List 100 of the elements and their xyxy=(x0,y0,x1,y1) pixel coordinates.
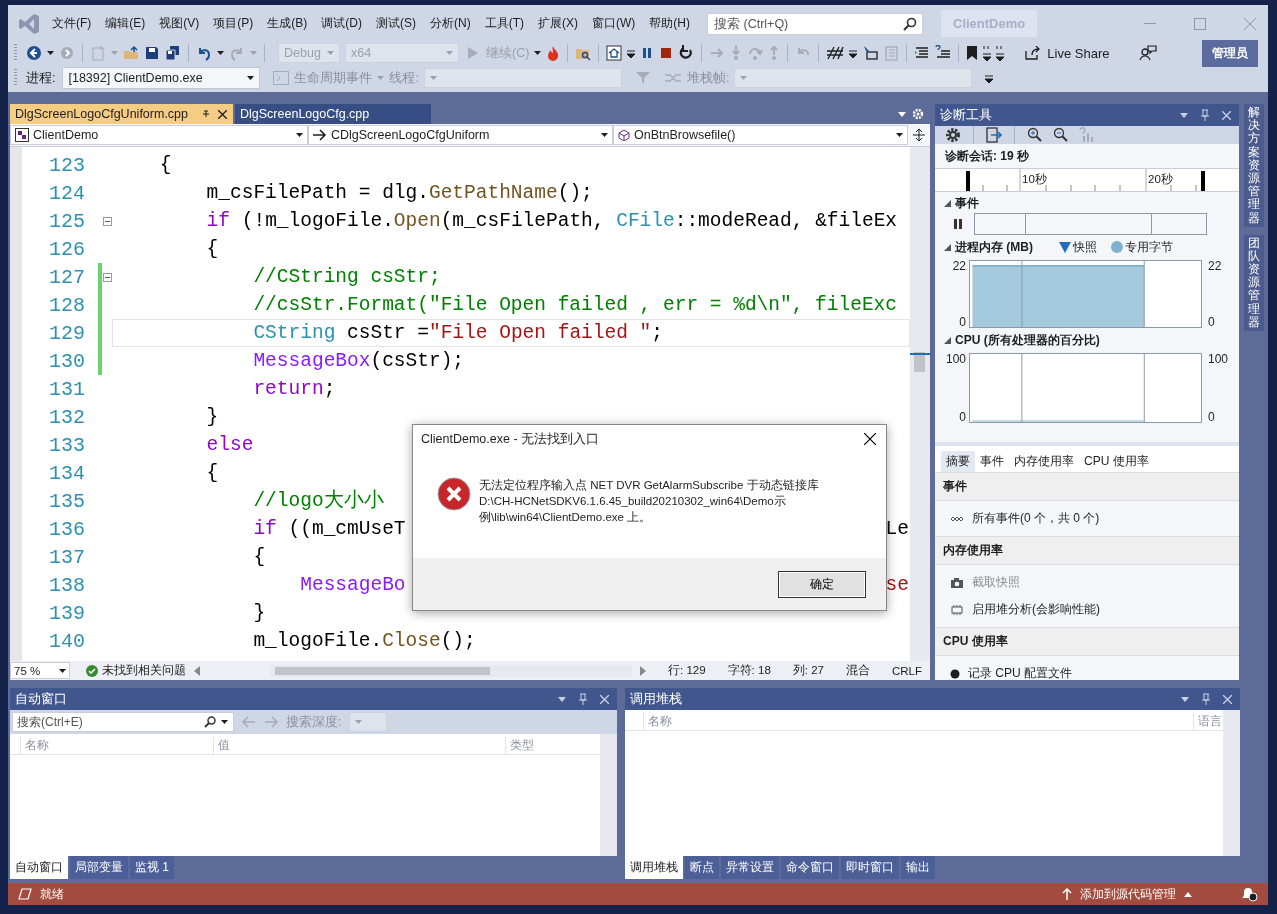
vertical-scrollbar[interactable] xyxy=(910,147,930,661)
bookmark-icon[interactable] xyxy=(966,45,979,61)
side-tab[interactable]: 团队资源管理器 xyxy=(1244,234,1265,331)
horizontal-scrollbar[interactable] xyxy=(269,664,633,677)
code-line: } xyxy=(205,405,219,429)
vertical-scrollbar[interactable] xyxy=(1223,710,1240,856)
vertical-scrollbar[interactable] xyxy=(600,734,617,856)
overflow-icon[interactable] xyxy=(849,48,858,58)
save-icon[interactable] xyxy=(144,45,160,61)
document-tab[interactable]: DlgScreenLogoCfgUniform.cpp xyxy=(10,104,233,124)
issues-status[interactable]: 未找到相关问题 xyxy=(101,663,186,678)
caret-icon[interactable] xyxy=(534,51,542,55)
scroll-right-icon[interactable] xyxy=(640,665,646,676)
code-line: return; xyxy=(252,377,336,401)
settings-icon[interactable] xyxy=(945,127,961,143)
panel-tab[interactable]: 输出 xyxy=(901,856,935,879)
menu-item[interactable]: 视图(V) xyxy=(152,15,207,32)
zoom-out-icon[interactable] xyxy=(1053,127,1069,143)
section-heading: 事件 xyxy=(955,194,979,212)
menu-item[interactable]: 扩展(X) xyxy=(531,15,585,32)
project-dropdown[interactable]: ClientDemo xyxy=(10,125,308,145)
restart-icon[interactable] xyxy=(678,45,695,61)
search-field[interactable]: 搜索 (Ctrl+Q) xyxy=(707,12,923,35)
collapse-triangle-icon[interactable] xyxy=(944,243,951,251)
source-control-button[interactable]: 添加到源代码管理 xyxy=(1080,885,1176,903)
menu-item[interactable]: 工具(T) xyxy=(477,15,531,32)
section-heading: 进程内存 (MB) xyxy=(955,238,1033,256)
menu-item[interactable]: 生成(B) xyxy=(260,15,315,32)
caret-icon[interactable] xyxy=(217,51,224,55)
help-list-icon[interactable] xyxy=(935,45,952,61)
notification-icon[interactable] xyxy=(1240,886,1258,902)
panel-tab[interactable]: 即时窗口 xyxy=(841,856,899,879)
folder-icon[interactable] xyxy=(123,45,139,61)
close-icon[interactable] xyxy=(864,433,876,445)
panel-tab[interactable]: 局部变量 xyxy=(70,856,128,879)
scroll-left-icon[interactable] xyxy=(193,665,200,676)
collapse-icon[interactable] xyxy=(102,272,112,282)
menu-item[interactable]: 文件(F) xyxy=(45,15,99,32)
feedback-icon[interactable] xyxy=(1138,45,1157,61)
save-all-icon[interactable] xyxy=(165,45,181,61)
overflow-icon[interactable] xyxy=(985,73,994,83)
collapse-triangle-icon[interactable] xyxy=(944,199,951,207)
home-icon[interactable] xyxy=(606,45,623,61)
member-dropdown[interactable]: OnBtnBrowsefile() xyxy=(613,125,908,145)
menu-item[interactable]: 编辑(E) xyxy=(98,15,153,32)
class-dropdown[interactable]: CDlgScreenLogoCfgUniform xyxy=(308,125,613,145)
thread-label: 线程: xyxy=(389,69,419,87)
caret-icon xyxy=(355,720,363,724)
action-link[interactable]: 所有事件(0 个，共 0 个) xyxy=(972,510,1100,527)
panel-tab[interactable]: 监视 1 xyxy=(130,856,174,879)
panel-tab[interactable]: 异常设置 xyxy=(721,856,779,879)
caret-icon xyxy=(429,76,437,80)
action-link[interactable]: 启用堆分析(会影响性能) xyxy=(972,601,1100,618)
diagnostics-tab[interactable]: 内存使用率 xyxy=(1009,451,1079,472)
export-icon[interactable] xyxy=(986,127,1002,143)
process-dropdown[interactable]: [18392] ClientDemo.exe xyxy=(62,67,261,89)
menu-item[interactable]: 测试(S) xyxy=(369,15,423,32)
panel-tab[interactable]: 断点 xyxy=(685,856,719,879)
undo-icon[interactable] xyxy=(196,45,212,61)
panel-tab[interactable]: 调用堆栈 xyxy=(625,856,683,879)
stop-icon[interactable] xyxy=(659,46,674,60)
split-icon[interactable] xyxy=(913,129,925,141)
search-field[interactable]: 搜索(Ctrl+E) xyxy=(12,712,234,732)
editor-status-item: CRLF xyxy=(891,664,922,677)
document-tab[interactable]: DlgScreenLogoCfg.cpp xyxy=(235,104,432,124)
diagnostics-tab[interactable]: CPU 使用率 xyxy=(1079,451,1154,472)
menu-item[interactable]: 项目(P) xyxy=(206,15,261,32)
pause-icon[interactable] xyxy=(953,219,963,229)
back-icon[interactable] xyxy=(26,45,42,61)
side-tab[interactable]: 解决方案资源管理器 xyxy=(1244,104,1265,227)
menu-item[interactable]: 窗口(W) xyxy=(585,15,643,32)
diagnostics-tab[interactable]: 事件 xyxy=(975,451,1009,472)
menu-item[interactable]: 调试(D) xyxy=(314,15,369,32)
collapse-triangle-icon[interactable] xyxy=(944,336,951,344)
panel-tab[interactable]: 命令窗口 xyxy=(781,856,839,879)
pointer-icon[interactable] xyxy=(862,45,879,61)
check-icon xyxy=(86,664,98,677)
overflow-icon[interactable] xyxy=(983,45,992,61)
up-arrow-icon[interactable] xyxy=(1062,888,1072,900)
menu-item[interactable]: 帮助(H) xyxy=(642,15,697,32)
ok-button[interactable]: 确定 xyxy=(778,570,866,598)
hatch-icon[interactable] xyxy=(826,45,845,61)
zoom-in-icon[interactable] xyxy=(1027,127,1043,143)
close-icon[interactable] xyxy=(218,109,227,119)
overflow-icon[interactable] xyxy=(627,48,636,58)
overflow-icon[interactable] xyxy=(996,45,1005,61)
live-share-button[interactable]: Live Share xyxy=(1019,44,1116,62)
collapse-icon[interactable] xyxy=(102,216,112,226)
action-link[interactable]: 记录 CPU 配置文件 xyxy=(968,665,1072,682)
list-icon[interactable] xyxy=(914,45,931,61)
menu-item[interactable]: 分析(N) xyxy=(423,15,478,32)
pin-icon[interactable] xyxy=(201,109,211,119)
diagnostics-tab[interactable]: 摘要 xyxy=(941,451,975,472)
editor-status-item: 混合 xyxy=(845,663,870,678)
admin-badge[interactable]: 管理员 xyxy=(1202,39,1258,67)
panel-tab[interactable]: 自动窗口 xyxy=(10,856,68,879)
caret-icon[interactable] xyxy=(221,720,228,724)
zoom-dropdown[interactable]: 75 % xyxy=(10,662,70,679)
search-icon xyxy=(204,716,216,728)
caret-icon[interactable] xyxy=(47,51,54,55)
